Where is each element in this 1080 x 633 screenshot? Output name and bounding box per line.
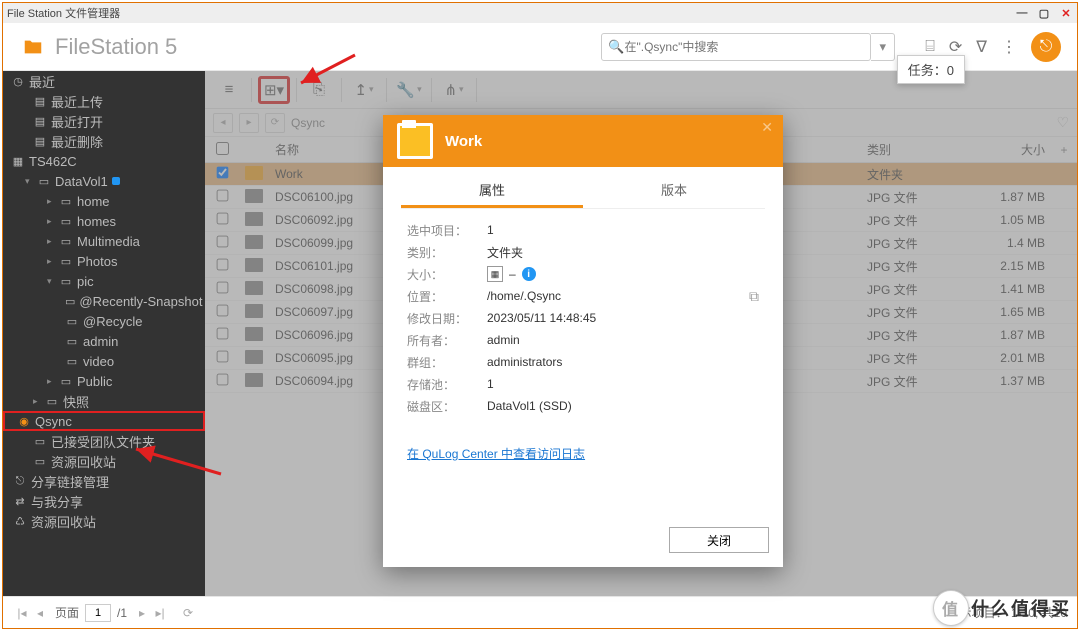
tab-versions[interactable]: 版本 (583, 175, 765, 208)
more-icon[interactable]: ⋮ (1001, 37, 1017, 57)
sidebar-device[interactable]: ▦TS462C (3, 151, 205, 171)
refresh-icon[interactable]: ⟳ (949, 37, 962, 57)
refresh-list-button[interactable]: ⟳ (179, 606, 197, 620)
properties-dialog: Work ✕ 属性 版本 选中项目：1 类别：文件夹 大小：▦–i 位置：/ho… (383, 115, 783, 567)
qulog-link[interactable]: 在 QuLog Center 中查看访问日志 (407, 445, 759, 462)
search-dropdown[interactable]: ▾ (871, 33, 895, 61)
sidebar-item[interactable]: ▭video (3, 351, 205, 371)
watermark-badge-icon: 值 (933, 590, 969, 626)
sidebar-item[interactable]: ⎋分享链接管理 (3, 471, 205, 491)
copy-icon[interactable]: ⧉ (749, 288, 759, 305)
sidebar-item[interactable]: ⇄与我分享 (3, 491, 205, 511)
tab-properties[interactable]: 属性 (401, 175, 583, 208)
sidebar-item[interactable]: ▭资源回收站 (3, 451, 205, 471)
maximize-button[interactable]: ▢ (1037, 7, 1051, 20)
sidebar-item[interactable]: ▭@Recently-Snapshot (3, 291, 205, 311)
sidebar-qsync[interactable]: ◉Qsync (3, 411, 205, 431)
sidebar-item[interactable]: ▤最近上传 (3, 91, 205, 111)
folder-icon (397, 123, 433, 159)
cast-icon[interactable]: ⌸ (925, 38, 935, 56)
page-label: 页面 (55, 604, 79, 621)
filter-icon[interactable]: ∇ (976, 37, 987, 57)
sidebar: ◷最近 ▤最近上传 ▤最近打开 ▤最近删除 ▦TS462C ▾▭DataVol1… (3, 71, 205, 596)
sidebar-item[interactable]: ▸▭快照 (3, 391, 205, 411)
close-button[interactable]: ✕ (1059, 7, 1073, 20)
info-icon[interactable]: i (522, 267, 536, 281)
sidebar-recent[interactable]: ◷最近 (3, 71, 205, 91)
calculator-icon[interactable]: ▦ (487, 266, 503, 282)
sidebar-item[interactable]: ♺资源回收站 (3, 511, 205, 531)
sidebar-item[interactable]: ▭admin (3, 331, 205, 351)
search-box[interactable]: 🔍 (601, 33, 871, 61)
first-page-button[interactable]: |◂ (13, 606, 31, 620)
sidebar-item[interactable]: ▸▭homes (3, 211, 205, 231)
sidebar-item[interactable]: ▤最近删除 (3, 131, 205, 151)
close-button[interactable]: 关闭 (669, 527, 769, 553)
search-icon: 🔍 (608, 39, 624, 55)
remote-button[interactable]: ⎋ (1031, 32, 1061, 62)
tasks-tooltip: 任务：0 (897, 55, 965, 84)
minimize-button[interactable]: — (1015, 7, 1029, 20)
footer: |◂ ◂ 页面 /1 ▸ ▸| ⟳ 显示项目： 1-10, 共10 (3, 596, 1077, 628)
last-page-button[interactable]: ▸| (151, 606, 169, 620)
next-page-button[interactable]: ▸ (133, 606, 151, 620)
sidebar-item[interactable]: ▭已接受团队文件夹 (3, 431, 205, 451)
watermark: 值 什么值得买 (933, 590, 1071, 626)
dialog-title: Work (445, 133, 482, 150)
sidebar-item[interactable]: ▸▭Photos (3, 251, 205, 271)
sidebar-pic[interactable]: ▾▭pic (3, 271, 205, 291)
window-title: File Station 文件管理器 (7, 5, 120, 21)
app-title: FileStation 5 (55, 34, 177, 60)
dialog-close-icon[interactable]: ✕ (761, 119, 773, 136)
titlebar: File Station 文件管理器 — ▢ ✕ (3, 3, 1077, 23)
sidebar-item[interactable]: ▸▭Multimedia (3, 231, 205, 251)
page-total: /1 (117, 606, 127, 620)
sidebar-item[interactable]: ▭@Recycle (3, 311, 205, 331)
prev-page-button[interactable]: ◂ (31, 606, 49, 620)
page-input[interactable] (85, 604, 111, 622)
search-input[interactable] (624, 40, 864, 54)
sidebar-volume[interactable]: ▾▭DataVol1 (3, 171, 205, 191)
sidebar-item[interactable]: ▤最近打开 (3, 111, 205, 131)
folder-icon (19, 36, 47, 58)
sidebar-item[interactable]: ▸▭home (3, 191, 205, 211)
sidebar-item[interactable]: ▸▭Public (3, 371, 205, 391)
